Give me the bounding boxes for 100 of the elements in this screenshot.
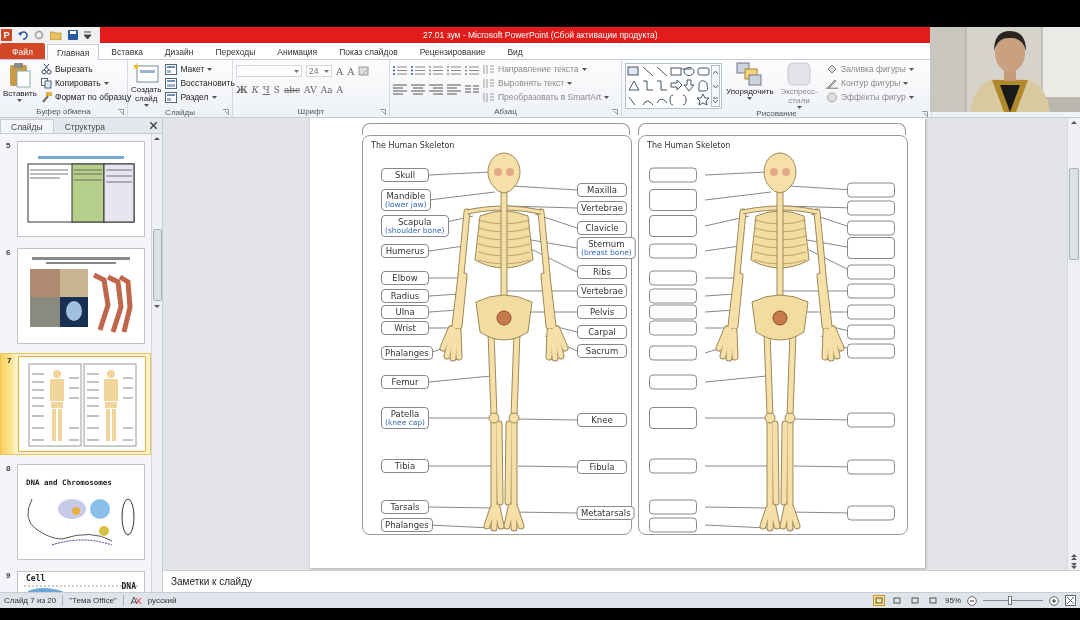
file-menu-tab[interactable]: Файл xyxy=(0,43,45,59)
language-indicator[interactable]: русский xyxy=(147,596,177,605)
gallery-scroll-icon[interactable] xyxy=(711,65,720,107)
ribbon-tab[interactable]: Вид xyxy=(497,43,533,59)
answer-box xyxy=(847,459,895,475)
zoom-out-icon[interactable] xyxy=(967,595,977,606)
increase-indent-icon[interactable] xyxy=(447,65,461,76)
dialog-launcher-icon[interactable] xyxy=(612,108,618,115)
grow-font-button[interactable]: A xyxy=(336,65,344,77)
caret-icon xyxy=(796,106,802,109)
bone-label: Vertebrae xyxy=(577,284,627,298)
app-logo[interactable]: P xyxy=(1,29,12,41)
ribbon-tab[interactable]: Дизайн xyxy=(154,43,204,59)
normal-view-icon[interactable] xyxy=(873,595,885,606)
align-left-icon[interactable] xyxy=(393,84,407,95)
panel-tab[interactable]: Структура xyxy=(53,119,116,133)
slide-thumbnail[interactable] xyxy=(18,356,146,452)
decrease-indent-icon[interactable] xyxy=(429,65,443,76)
caret-icon xyxy=(294,69,299,73)
format-button[interactable]: abc xyxy=(283,85,301,95)
theme-name: "Тема Office" xyxy=(69,596,117,605)
slide-number: 6 xyxy=(6,248,12,257)
ribbon-tab[interactable]: Вставка xyxy=(101,43,153,59)
ribbon-button[interactable]: Раздел xyxy=(165,91,235,103)
save-icon[interactable] xyxy=(68,30,78,40)
close-icon[interactable] xyxy=(150,122,157,129)
answer-box xyxy=(649,167,697,183)
ribbon-button[interactable]: Вставить xyxy=(3,62,37,102)
ribbon-tab[interactable]: Рецензирование xyxy=(409,43,496,59)
worksheet-title: The Human Skeleton xyxy=(647,141,731,150)
dialog-launcher-icon[interactable] xyxy=(922,110,928,117)
ribbon-button[interactable]: Восстановить xyxy=(165,77,235,89)
group-label: Буфер обмена xyxy=(36,107,91,116)
leader-line xyxy=(704,191,772,201)
window-title: 27.01 зум - Microsoft PowerPoint (Сбой активации продукта) xyxy=(423,30,658,40)
pencil-icon xyxy=(826,77,838,89)
columns-icon[interactable] xyxy=(465,84,479,95)
slide-thumbnail[interactable] xyxy=(17,248,145,344)
slide-thumbnail[interactable]: Cell DNA xyxy=(17,571,145,592)
font-size-field[interactable]: 24 xyxy=(306,65,332,77)
redo-icon[interactable] xyxy=(34,30,44,40)
numbering-icon[interactable] xyxy=(411,65,425,76)
dialog-launcher-icon[interactable] xyxy=(223,109,229,115)
slide-number: 9 xyxy=(6,571,12,580)
ribbon-tab[interactable]: Главная xyxy=(46,44,100,60)
fit-slide-icon[interactable] xyxy=(1065,595,1076,606)
caret-icon xyxy=(746,97,752,100)
format-button[interactable]: A xyxy=(336,85,344,95)
slide-thumbnail[interactable] xyxy=(17,141,145,237)
scrollbar-thumb[interactable] xyxy=(1069,168,1079,260)
caret-icon xyxy=(581,67,587,71)
scrollbar[interactable] xyxy=(151,134,162,592)
spellcheck-icon[interactable] xyxy=(129,595,142,606)
ribbon-tab[interactable]: Переходы xyxy=(205,43,266,59)
ribbon-tab[interactable]: Анимация xyxy=(267,43,328,59)
format-button[interactable]: AV xyxy=(304,85,317,95)
format-button[interactable]: S xyxy=(273,85,280,95)
answer-box xyxy=(847,182,895,198)
scrollbar[interactable] xyxy=(1067,118,1080,570)
dialog-launcher-icon[interactable] xyxy=(380,108,386,115)
reading-view-icon[interactable] xyxy=(909,595,921,606)
answer-box xyxy=(847,283,895,299)
align-right-icon[interactable] xyxy=(429,84,443,95)
format-button[interactable]: К xyxy=(251,85,259,95)
format-button[interactable]: Ч xyxy=(262,85,270,95)
bone-label: Knee xyxy=(577,413,627,427)
panel-tab[interactable]: Слайды xyxy=(0,119,54,133)
ribbon-button[interactable]: Макет xyxy=(165,63,235,75)
ribbon-button[interactable]: Упорядочить xyxy=(726,62,772,100)
undo-icon[interactable] xyxy=(18,30,28,40)
align-center-icon[interactable] xyxy=(411,84,425,95)
shrink-font-button[interactable]: A xyxy=(347,65,355,77)
zoom-in-icon[interactable] xyxy=(1049,595,1059,606)
ribbon-button[interactable]: Вырезать xyxy=(40,63,132,75)
slideshow-icon[interactable] xyxy=(927,595,939,606)
justify-icon[interactable] xyxy=(447,84,461,95)
folder-icon[interactable] xyxy=(50,30,62,40)
font-name-field[interactable] xyxy=(236,65,302,77)
clear-formatting-icon[interactable] xyxy=(358,65,371,77)
answer-box xyxy=(649,288,697,304)
ribbon-button[interactable]: Копировать xyxy=(40,77,132,89)
format-button[interactable]: Ж xyxy=(236,85,248,95)
line-spacing-icon[interactable] xyxy=(465,65,479,76)
leader-line xyxy=(428,191,496,201)
bullets-icon[interactable] xyxy=(393,65,407,76)
ribbon-button[interactable]: Создать слайд xyxy=(131,62,162,107)
format-button[interactable]: Aa xyxy=(320,85,333,95)
ribbon-tab[interactable]: Показ слайдов xyxy=(329,43,408,59)
shapes-gallery[interactable] xyxy=(625,63,722,109)
dialog-launcher-icon[interactable] xyxy=(118,108,124,115)
thumbnail-text: DNA xyxy=(121,582,136,591)
scrollbar-thumb[interactable] xyxy=(152,229,162,301)
customize-icon[interactable] xyxy=(84,31,91,39)
page-navigation-icon[interactable] xyxy=(1069,552,1079,570)
caret-icon xyxy=(604,95,610,99)
worksheet-title: The Human Skeleton xyxy=(371,141,455,150)
bone-label: Ulna xyxy=(381,305,429,319)
slide-sorter-icon[interactable] xyxy=(891,595,903,606)
ribbon-button[interactable]: Формат по образцу xyxy=(40,91,132,103)
caret-icon xyxy=(903,81,909,85)
